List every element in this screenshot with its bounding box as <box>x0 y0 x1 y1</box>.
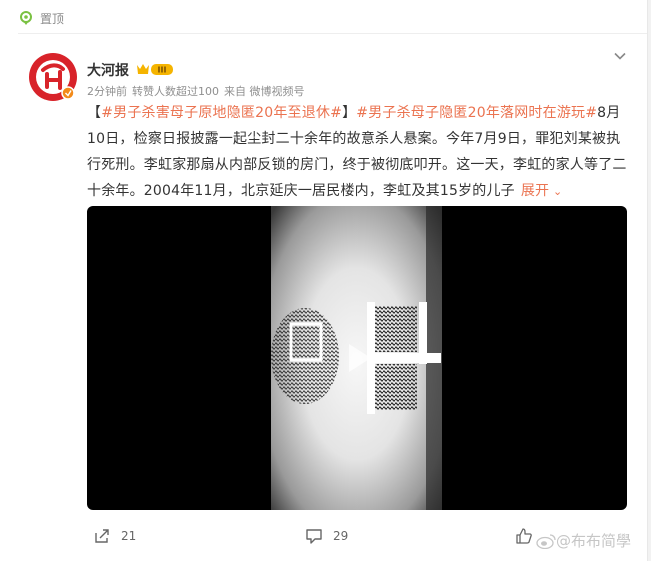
post-time[interactable]: 2分钟前 <box>87 85 127 98</box>
expand-link[interactable]: 展开 ⌄ <box>521 183 563 199</box>
post-meta: 2分钟前 转赞人数超过100 来自 微博视频号 <box>87 83 310 99</box>
watermark-text: @布布简學 <box>556 532 632 550</box>
weibo-logo-icon <box>536 533 556 549</box>
pinned-indicator: 置顶 <box>18 8 64 28</box>
weibo-post-card: 置顶 大河报 III 2分钟前 转赞人数超过100 来自 微博视频号 【#男子杀害母… <box>0 0 648 561</box>
topic-link-1[interactable]: #男子杀害母子原地隐匿20年至退休# <box>101 105 342 121</box>
chevron-down-icon[interactable] <box>612 48 628 64</box>
divider <box>18 33 647 34</box>
pin-icon <box>20 11 32 25</box>
comment-button[interactable]: 29 <box>305 527 348 545</box>
chevron-down-icon[interactable]: ⌄ <box>549 185 562 198</box>
post-content: 【#男子杀害母子原地隐匿20年至退休#】#男子杀母子隐匿20年落网时在游玩#8月… <box>87 100 627 205</box>
bracket-open: 【 <box>87 105 102 121</box>
expand-label[interactable]: 展开 <box>521 183 549 199</box>
dahebao-logo <box>29 53 77 101</box>
repost-button[interactable]: 21 <box>93 527 136 545</box>
video-player[interactable] <box>87 206 627 510</box>
badge-level-text: III <box>158 66 167 75</box>
author-name[interactable]: 大河报 <box>87 60 129 80</box>
avatar[interactable] <box>28 52 78 102</box>
bracket-close: 】 <box>342 105 357 121</box>
play-icon[interactable] <box>339 340 375 376</box>
repost-icon <box>95 529 109 543</box>
comment-icon <box>306 529 322 544</box>
watermark: @布布简學 <box>536 530 631 551</box>
post-source[interactable]: 来自 微博视频号 <box>224 85 305 98</box>
thumbs-up-icon <box>516 528 532 544</box>
comment-count: 29 <box>333 529 349 543</box>
member-level-badge[interactable]: III <box>136 61 174 80</box>
repost-count: 21 <box>121 529 137 543</box>
topic-link-2[interactable]: #男子杀母子隐匿20年落网时在游玩# <box>356 105 597 121</box>
pin-label: 置顶 <box>40 11 65 26</box>
repost-note: 转赞人数超过100 <box>132 85 219 98</box>
